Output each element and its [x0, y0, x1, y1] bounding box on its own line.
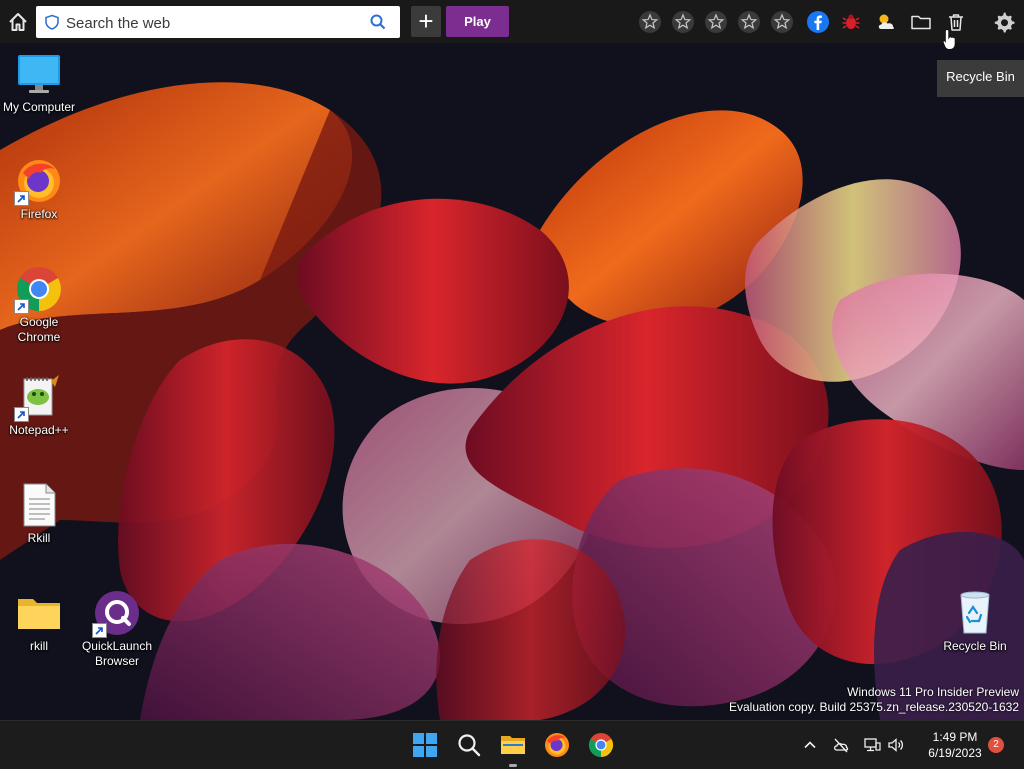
file-explorer-icon[interactable]: [500, 732, 526, 758]
star-icon[interactable]: [770, 10, 794, 34]
folder-icon: [15, 589, 63, 637]
desktop-icon-my-computer[interactable]: My Computer: [0, 50, 78, 115]
star-icon[interactable]: [737, 10, 761, 34]
desktop-icon-label: My Computer: [2, 100, 76, 114]
recycle-bin-icon: [951, 589, 999, 637]
facebook-icon[interactable]: [806, 10, 830, 34]
hand-cursor-icon: [942, 28, 956, 50]
desktop-icon-label: Google Chrome: [17, 315, 61, 344]
desktop-icon-label: Recycle Bin: [943, 639, 1007, 653]
desktop-icon-notepad-plus-plus[interactable]: Notepad++: [0, 373, 78, 438]
search-input[interactable]: [64, 11, 368, 35]
shortcut-arrow-icon: [14, 191, 29, 206]
desktop-icon-google-chrome[interactable]: Google Chrome: [0, 265, 78, 345]
monitor-icon: [15, 50, 63, 98]
shortcut-arrow-icon: [14, 407, 29, 422]
folder-icon[interactable]: [909, 10, 933, 34]
bug-icon[interactable]: [839, 10, 863, 34]
weather-icon[interactable]: [874, 10, 898, 34]
quicklaunch-icon: [92, 589, 141, 638]
watermark-build: Evaluation copy. Build 25375.zn_release.…: [729, 700, 1019, 714]
search-icon[interactable]: [456, 732, 482, 758]
chrome-icon: [14, 265, 63, 314]
system-clock[interactable]: 1:49 PM 6/19/2023: [915, 729, 995, 761]
firefox-icon[interactable]: [544, 732, 570, 758]
shortcut-arrow-icon: [92, 623, 107, 638]
desktop-icon-firefox[interactable]: Firefox: [0, 157, 78, 222]
search-icon[interactable]: [370, 14, 386, 30]
firefox-icon: [14, 157, 63, 206]
windows-start-icon[interactable]: [412, 732, 438, 758]
windows-watermark: Windows 11 Pro Insider Preview Evaluatio…: [729, 685, 1019, 715]
cloud-offline-icon[interactable]: [832, 736, 850, 754]
network-icon[interactable]: [863, 736, 881, 754]
recycle-bin-tooltip: Recycle Bin: [937, 60, 1024, 97]
chrome-icon[interactable]: [588, 732, 614, 758]
star-icon[interactable]: [671, 10, 695, 34]
watermark-edition: Windows 11 Pro Insider Preview: [847, 685, 1019, 699]
desktop-icon-rkill-folder[interactable]: rkill: [0, 589, 78, 654]
notepadpp-icon: [14, 373, 63, 422]
home-icon[interactable]: [7, 11, 29, 33]
web-search-box[interactable]: [36, 6, 400, 38]
star-icon[interactable]: [704, 10, 728, 34]
active-app-indicator: [509, 764, 517, 767]
chevron-up-icon[interactable]: [801, 736, 819, 754]
play-button[interactable]: Play: [446, 6, 509, 37]
new-tab-button[interactable]: +: [411, 6, 441, 37]
gear-icon[interactable]: [992, 10, 1016, 34]
clock-time: 1:49 PM: [932, 730, 978, 744]
desktop-icon-rkill-file[interactable]: Rkill: [0, 481, 78, 546]
desktop-icon-label: rkill: [30, 639, 48, 653]
desktop-icon-label: Firefox: [20, 207, 58, 221]
document-icon: [15, 481, 63, 529]
desktop-icon-label: Notepad++: [9, 423, 69, 437]
volume-icon[interactable]: [887, 736, 905, 754]
desktop-icon-label: Rkill: [27, 531, 51, 545]
browser-toolbar: + Play: [0, 0, 1024, 43]
clock-date: 6/19/2023: [928, 746, 982, 760]
shortcut-arrow-icon: [14, 299, 29, 314]
star-icon[interactable]: [638, 10, 662, 34]
notification-badge[interactable]: 2: [988, 737, 1004, 753]
desktop-icon-quicklaunch-browser[interactable]: QuickLaunch Browser: [78, 589, 156, 669]
shield-icon: [44, 14, 60, 30]
desktop-icon-recycle-bin[interactable]: Recycle Bin: [936, 589, 1014, 654]
taskbar: 1:49 PM 6/19/2023 2: [0, 720, 1024, 769]
desktop-icon-label: QuickLaunch Browser: [81, 639, 153, 668]
